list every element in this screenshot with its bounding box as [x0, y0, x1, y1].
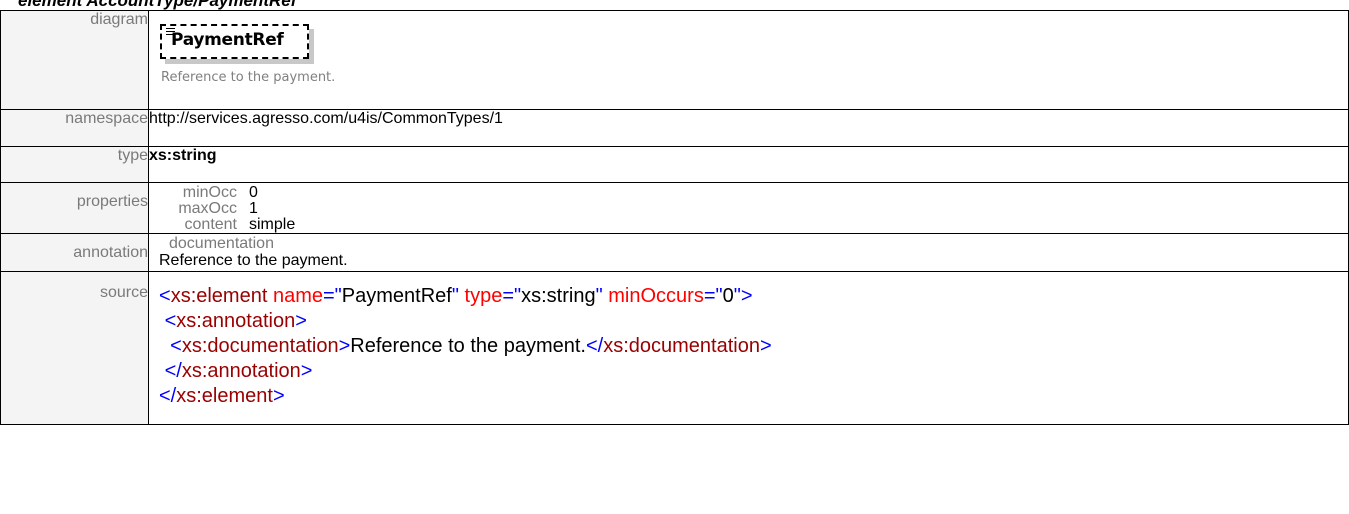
source-line: <xs:documentation>Reference to the payme… — [159, 334, 1348, 359]
namespace-row: namespace http://services.agresso.com/u4… — [0, 109, 1349, 147]
source-line: </xs:annotation> — [159, 359, 1348, 384]
source-line: <xs:element name="PaymentRef" type="xs:s… — [159, 284, 1348, 309]
source-token: </ — [159, 385, 177, 407]
source-token: minOccurs — [608, 285, 704, 307]
source-token: =" — [703, 285, 723, 307]
property-key: content — [184, 216, 237, 233]
source-token: xs:element — [170, 285, 268, 307]
source-token: > — [295, 310, 307, 332]
source-token: xs:string — [521, 285, 596, 307]
property-value: 0 — [249, 184, 258, 201]
source-token: " — [733, 285, 741, 307]
row-label: namespace — [0, 109, 149, 147]
source-token: =" — [502, 285, 522, 307]
row-label: source — [0, 271, 149, 425]
source-token: xs:documentation — [181, 335, 339, 357]
source-cell: <xs:element name="PaymentRef" type="xs:s… — [148, 271, 1349, 425]
row-label: annotation — [0, 233, 149, 272]
source-token: < — [159, 285, 171, 307]
source-token: xs:documentation — [603, 335, 760, 357]
source-token: xs:annotation — [181, 360, 301, 382]
row-label: diagram — [0, 10, 149, 110]
element-diagram: PaymentRef Reference to the payment. — [149, 11, 1348, 109]
annotation-row: annotation documentation Reference to th… — [0, 233, 1349, 272]
source-token: " — [451, 285, 459, 307]
source-token: xs:element — [176, 385, 273, 407]
diagram-documentation: Reference to the payment. — [161, 70, 336, 85]
type-row: type xs:string — [0, 146, 1349, 183]
namespace-value: http://services.agresso.com/u4is/CommonT… — [148, 109, 1349, 147]
source-token: > — [338, 335, 351, 357]
source-token: Reference to the payment. — [350, 335, 586, 357]
annotation-key: documentation — [169, 235, 274, 252]
row-label: type — [0, 146, 149, 183]
source-token — [159, 335, 170, 357]
properties-cell: minOcc 0 maxOcc 1 content simple — [148, 182, 1349, 234]
schema-element-table: diagram PaymentRef Reference to the paym… — [0, 10, 1349, 425]
source-line: </xs:element> — [159, 384, 1348, 409]
row-label: properties — [0, 182, 149, 234]
source-token: xs:annotation — [176, 310, 296, 332]
property-key: minOcc — [182, 184, 237, 201]
annotation-cell: documentation Reference to the payment. — [148, 233, 1349, 272]
source-code: <xs:element name="PaymentRef" type="xs:s… — [149, 272, 1348, 409]
properties-row: properties minOcc 0 maxOcc 1 content sim… — [0, 182, 1349, 234]
source-token: </ — [585, 335, 604, 357]
source-token: </ — [164, 360, 182, 382]
source-token: PaymentRef — [341, 285, 452, 307]
source-token: type — [464, 285, 503, 307]
diagram-cell: PaymentRef Reference to the payment. — [148, 10, 1349, 110]
property-value: simple — [249, 216, 296, 233]
source-token: " — [595, 285, 603, 307]
type-value: xs:string — [148, 146, 1349, 183]
source-token: < — [164, 310, 177, 332]
diagram-row: diagram PaymentRef Reference to the paym… — [0, 10, 1349, 110]
property-value: 1 — [249, 200, 258, 217]
element-name: PaymentRef — [171, 30, 284, 50]
source-token: > — [759, 335, 772, 357]
source-token: name — [272, 285, 323, 307]
source-token: < — [170, 335, 182, 357]
source-row: source <xs:element name="PaymentRef" typ… — [0, 271, 1349, 425]
source-token: 0 — [722, 285, 734, 307]
annotation-value: Reference to the payment. — [159, 252, 348, 269]
source-line: <xs:annotation> — [159, 309, 1348, 334]
properties-list: minOcc 0 maxOcc 1 content simple — [149, 185, 1348, 233]
source-token: > — [300, 360, 313, 382]
source-token: > — [740, 285, 753, 307]
source-token: =" — [323, 285, 342, 307]
property-key: maxOcc — [178, 200, 237, 217]
source-token: > — [272, 385, 285, 407]
element-box[interactable]: PaymentRef — [160, 24, 309, 59]
